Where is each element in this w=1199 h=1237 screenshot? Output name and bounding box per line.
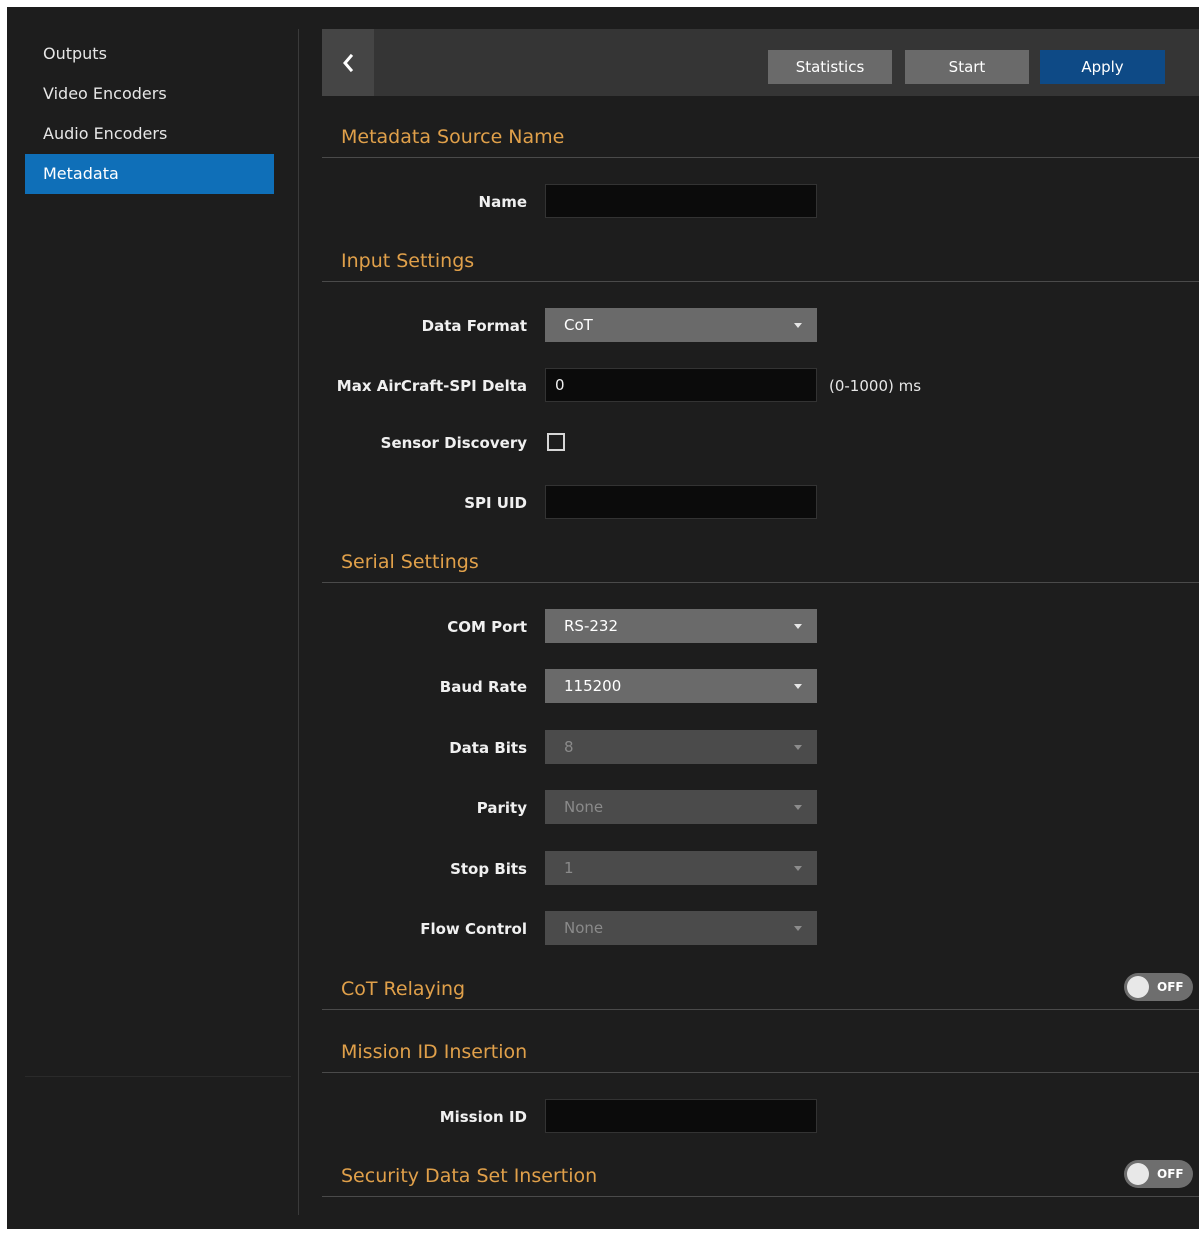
- sidebar-item-outputs[interactable]: Outputs: [25, 34, 274, 74]
- sensor-discovery-label: Sensor Discovery: [380, 434, 527, 452]
- section-divider: [322, 1196, 1199, 1197]
- start-button[interactable]: Start: [905, 50, 1029, 84]
- data-format-value: CoT: [564, 316, 593, 334]
- sensor-discovery-checkbox[interactable]: [547, 433, 565, 451]
- sidebar-item-audio-encoders[interactable]: Audio Encoders: [25, 114, 274, 154]
- flow-control-select: None: [545, 911, 817, 945]
- sidebar-divider: [25, 1076, 291, 1077]
- section-title-mission-id: Mission ID Insertion: [341, 1041, 528, 1063]
- com-port-label: COM Port: [447, 618, 527, 636]
- back-button[interactable]: [322, 29, 374, 96]
- section-title-security: Security Data Set Insertion: [341, 1165, 598, 1187]
- com-port-select[interactable]: RS-232: [545, 609, 817, 643]
- stop-bits-value: 1: [564, 859, 574, 877]
- data-format-label: Data Format: [421, 317, 527, 335]
- chevron-down-icon: [794, 805, 802, 810]
- name-label: Name: [478, 193, 527, 211]
- sidebar-item-metadata[interactable]: Metadata: [25, 154, 274, 194]
- mission-id-label: Mission ID: [439, 1108, 527, 1126]
- chevron-down-icon: [794, 624, 802, 629]
- section-title-serial-settings: Serial Settings: [341, 551, 479, 573]
- data-bits-select: 8: [545, 730, 817, 764]
- chevron-down-icon: [794, 926, 802, 931]
- spi-uid-label: SPI UID: [464, 494, 527, 512]
- stop-bits-label: Stop Bits: [450, 860, 527, 878]
- apply-button[interactable]: Apply: [1040, 50, 1165, 84]
- chevron-left-icon: [343, 53, 354, 72]
- spi-uid-input[interactable]: [545, 485, 817, 519]
- data-bits-label: Data Bits: [449, 739, 527, 757]
- stop-bits-select: 1: [545, 851, 817, 885]
- toggle-state: OFF: [1157, 1167, 1184, 1181]
- baud-rate-label: Baud Rate: [439, 678, 527, 696]
- main-panel: Statistics Start Apply Metadata Source N…: [322, 29, 1199, 1229]
- vertical-separator: [298, 29, 299, 1215]
- sidebar: Outputs Video Encoders Audio Encoders Me…: [25, 34, 274, 194]
- section-title-input-settings: Input Settings: [341, 250, 475, 272]
- security-toggle[interactable]: OFF: [1124, 1160, 1193, 1188]
- flow-control-value: None: [564, 919, 604, 937]
- toggle-knob: [1127, 1163, 1149, 1185]
- section-title-cot-relaying: CoT Relaying: [341, 978, 466, 1000]
- cot-relaying-toggle[interactable]: OFF: [1124, 973, 1193, 1001]
- section-title-source-name: Metadata Source Name: [341, 126, 565, 148]
- chevron-down-icon: [794, 323, 802, 328]
- flow-control-label: Flow Control: [420, 920, 527, 938]
- max-delta-input[interactable]: [545, 368, 817, 402]
- toolbar: Statistics Start Apply: [322, 29, 1199, 96]
- section-divider: [322, 1072, 1199, 1073]
- app-frame: Outputs Video Encoders Audio Encoders Me…: [7, 7, 1199, 1229]
- parity-select: None: [545, 790, 817, 824]
- section-divider: [322, 157, 1199, 158]
- toggle-knob: [1127, 976, 1149, 998]
- com-port-value: RS-232: [564, 617, 618, 635]
- data-format-select[interactable]: CoT: [545, 308, 817, 342]
- parity-label: Parity: [476, 799, 527, 817]
- sidebar-item-video-encoders[interactable]: Video Encoders: [25, 74, 274, 114]
- name-input[interactable]: [545, 184, 817, 218]
- baud-rate-value: 115200: [564, 677, 622, 695]
- max-delta-label: Max AirCraft-SPI Delta: [336, 377, 527, 395]
- baud-rate-select[interactable]: 115200: [545, 669, 817, 703]
- chevron-down-icon: [794, 866, 802, 871]
- mission-id-input[interactable]: [545, 1099, 817, 1133]
- toggle-state: OFF: [1157, 980, 1184, 994]
- section-divider: [322, 582, 1199, 583]
- section-divider: [322, 1009, 1199, 1010]
- section-divider: [322, 281, 1199, 282]
- max-delta-hint: (0-1000) ms: [829, 377, 922, 395]
- data-bits-value: 8: [564, 738, 574, 756]
- parity-value: None: [564, 798, 604, 816]
- statistics-button[interactable]: Statistics: [768, 50, 892, 84]
- chevron-down-icon: [794, 745, 802, 750]
- chevron-down-icon: [794, 684, 802, 689]
